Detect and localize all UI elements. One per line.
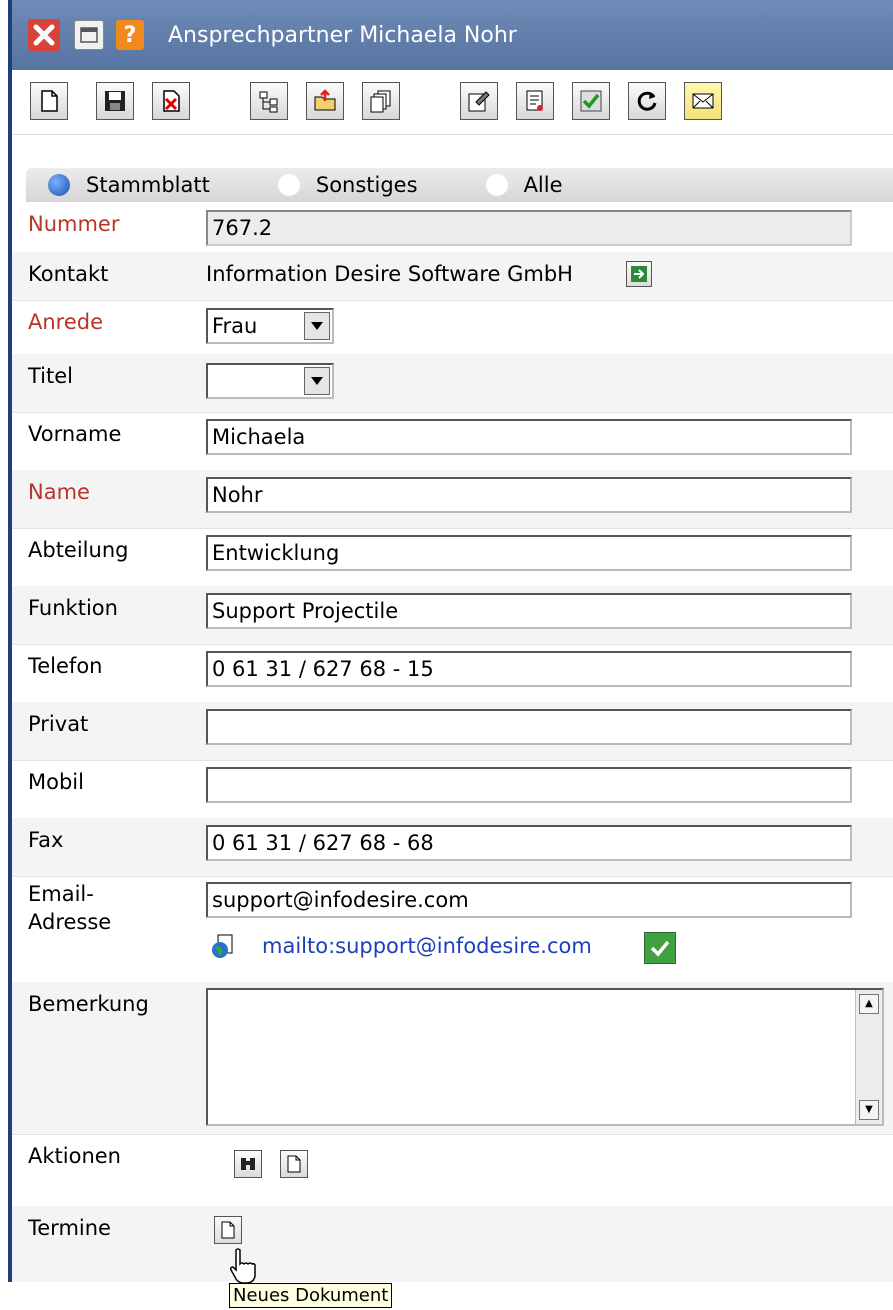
privat-input[interactable] — [206, 709, 852, 745]
search-binoculars-icon[interactable] — [234, 1150, 262, 1178]
folder-upload-icon[interactable] — [306, 82, 344, 120]
tab-label: Stammblatt — [86, 173, 210, 197]
titel-label: Titel — [28, 364, 74, 388]
email-label-line1: Email- — [28, 882, 94, 906]
kontakt-label: Kontakt — [28, 262, 109, 286]
tab-sonstiges[interactable]: Sonstiges — [256, 168, 464, 202]
save-icon[interactable] — [96, 82, 134, 120]
hand-cursor-icon — [226, 1246, 266, 1286]
name-label: Name — [28, 480, 90, 504]
aktionen-label: Aktionen — [28, 1144, 121, 1168]
row-kontakt: Kontakt Information Desire Software GmbH — [12, 252, 893, 301]
bemerkung-scrollbar[interactable]: ▲ ▼ — [855, 990, 882, 1124]
chevron-down-icon[interactable] — [304, 367, 330, 395]
tab-label: Alle — [523, 173, 563, 197]
nummer-field: 767.2 — [206, 210, 852, 246]
row-name: Name — [12, 470, 893, 529]
minimize-icon[interactable] — [74, 20, 104, 50]
properties-icon[interactable] — [460, 82, 498, 120]
vorname-input[interactable] — [206, 419, 852, 455]
row-email: Email- Adresse mailto:support@infodesire… — [12, 876, 893, 983]
tab-inactive-icon — [277, 174, 300, 196]
title-bar: ? Ansprechpartner Michaela Nohr — [12, 0, 893, 70]
bemerkung-textarea[interactable]: ▲ ▼ — [206, 988, 884, 1126]
name-input[interactable] — [206, 477, 852, 513]
row-vorname: Vorname — [12, 412, 893, 471]
abteilung-label: Abteilung — [28, 538, 129, 562]
contact-window: ? Ansprechpartner Michaela Nohr Stammbla… — [8, 0, 893, 1282]
mobil-label: Mobil — [28, 770, 84, 794]
scroll-down-icon[interactable]: ▼ — [859, 1100, 879, 1120]
new-appointment-document-icon[interactable] — [214, 1216, 242, 1244]
row-abteilung: Abteilung — [12, 528, 893, 587]
row-telefon: Telefon — [12, 644, 893, 703]
row-mobil: Mobil — [12, 760, 893, 819]
email-icon[interactable] — [684, 82, 722, 120]
email-input[interactable] — [206, 882, 852, 918]
vorname-label: Vorname — [28, 422, 122, 446]
tab-inactive-icon — [485, 174, 508, 196]
row-nummer: Nummer 767.2 — [12, 202, 893, 253]
email-label: Email- Adresse — [28, 880, 111, 936]
row-anrede: Anrede Frau — [12, 300, 893, 355]
copy-icon[interactable] — [362, 82, 400, 120]
help-icon[interactable]: ? — [116, 20, 144, 50]
web-globe-icon — [210, 933, 236, 959]
telefon-label: Telefon — [28, 654, 103, 678]
row-termine: Termine — [12, 1206, 893, 1282]
tab-label: Sonstiges — [315, 173, 418, 197]
tab-alle[interactable]: Alle — [464, 168, 609, 202]
toolbar — [12, 70, 893, 135]
mailto-link[interactable]: mailto:support@infodesire.com — [262, 934, 592, 958]
row-aktionen: Aktionen — [12, 1134, 893, 1207]
row-fax: Fax — [12, 818, 893, 877]
window-title: Ansprechpartner Michaela Nohr — [168, 22, 517, 48]
telefon-input[interactable] — [206, 651, 852, 687]
funktion-label: Funktion — [28, 596, 118, 620]
abteilung-input[interactable] — [206, 535, 852, 571]
termine-label: Termine — [28, 1216, 111, 1240]
delete-document-icon[interactable] — [152, 82, 190, 120]
chevron-down-icon[interactable] — [304, 312, 330, 340]
fax-label: Fax — [28, 828, 64, 852]
tree-icon[interactable] — [250, 82, 288, 120]
verify-check-icon[interactable] — [644, 932, 676, 964]
check-icon[interactable] — [572, 82, 610, 120]
new-document-icon[interactable] — [30, 82, 68, 120]
row-titel: Titel — [12, 354, 893, 413]
funktion-input[interactable] — [206, 593, 852, 629]
fax-input[interactable] — [206, 825, 852, 861]
open-contact-icon[interactable] — [626, 261, 652, 287]
refresh-icon[interactable] — [628, 82, 666, 120]
anrede-select[interactable]: Frau — [206, 308, 334, 344]
kontakt-value: Information Desire Software GmbH — [206, 262, 573, 286]
anrede-selected-value: Frau — [212, 314, 258, 338]
tab-bar: Stammblatt Sonstiges Alle — [26, 168, 893, 202]
nummer-label: Nummer — [28, 212, 120, 236]
tooltip: Neues Dokument — [229, 1283, 393, 1308]
email-label-line2: Adresse — [28, 910, 112, 934]
row-funktion: Funktion — [12, 586, 893, 645]
tab-stammblatt[interactable]: Stammblatt — [26, 168, 256, 202]
scroll-up-icon[interactable]: ▲ — [859, 994, 879, 1014]
report-icon[interactable] — [516, 82, 554, 120]
new-action-document-icon[interactable] — [280, 1150, 308, 1178]
row-bemerkung: Bemerkung ▲ ▼ — [12, 982, 893, 1135]
anrede-label: Anrede — [28, 310, 104, 334]
bemerkung-label: Bemerkung — [28, 992, 149, 1016]
titel-select[interactable] — [206, 363, 334, 399]
close-icon[interactable] — [28, 19, 60, 51]
row-privat: Privat — [12, 702, 893, 761]
privat-label: Privat — [28, 712, 89, 736]
tab-active-icon — [48, 174, 70, 196]
mobil-input[interactable] — [206, 767, 852, 803]
